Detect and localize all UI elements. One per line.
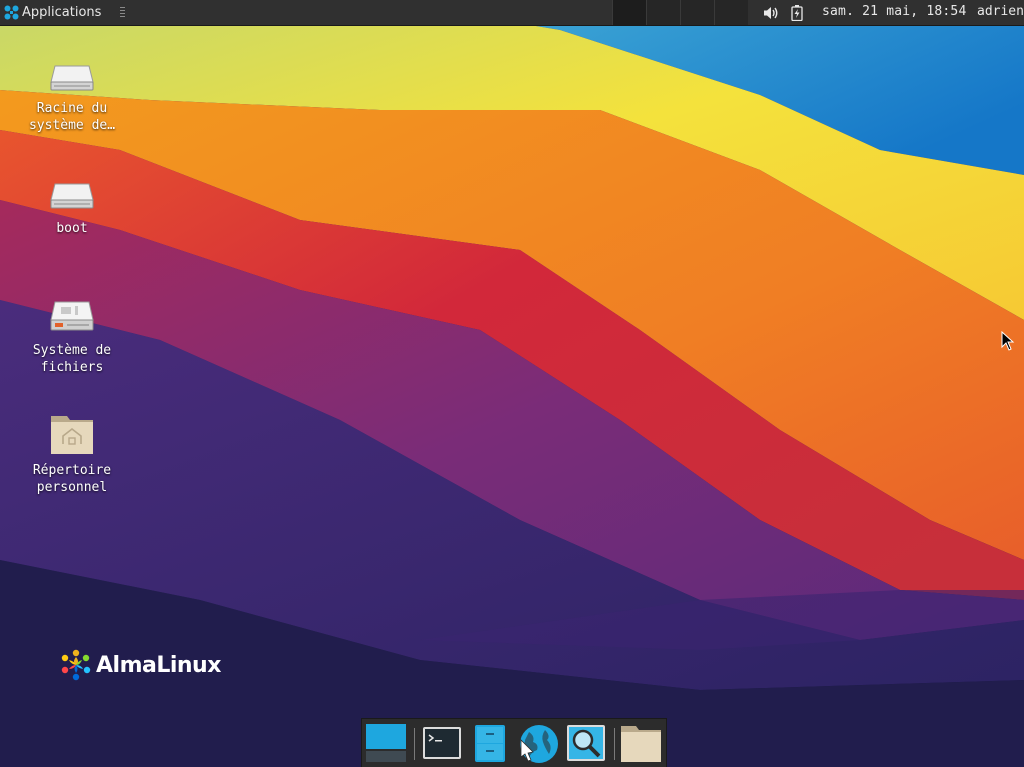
mouse-cursor-icon [1001,331,1015,351]
xfce-logo-icon [4,5,19,20]
applications-label: Applications [22,5,102,20]
top-panel: Applications sam. 21 mai, 18:54 adrien [0,0,1024,26]
desktop-icon-label: Système de [32,343,112,358]
app-finder-button[interactable] [565,722,607,767]
dock-separator [414,728,415,760]
desktop-icon-label: Répertoire [32,463,112,478]
show-desktop-button[interactable] [365,722,407,767]
drive-icon [50,65,94,91]
desktop-icon-filesystem[interactable]: Système de fichiers [22,298,122,376]
drive-icon [50,183,94,209]
desktop-icon-boot[interactable]: boot [22,178,122,237]
desktop-icon-label-line2: personnel [36,480,108,495]
workspace-4[interactable] [714,0,748,25]
battery-icon[interactable] [788,4,806,22]
workspace-1[interactable] [612,0,646,25]
desktop-icon-label-line2: fichiers [40,360,104,375]
terminal-icon [423,727,461,759]
panel-handle[interactable] [120,7,125,18]
workspace-switcher[interactable] [612,0,748,25]
desktop-icon-home[interactable]: Répertoire personnel [22,410,122,496]
user-name[interactable]: adrien [977,4,1024,19]
desktop-icon-label-line2: système de… [28,118,116,133]
terminal-button[interactable] [421,722,463,767]
app-finder-icon [567,725,605,761]
bottom-dock [361,718,667,767]
file-manager-button[interactable] [469,722,511,767]
almalinux-wordmark: AlmaLinux [96,652,221,678]
filesystem-drive-icon [50,301,94,331]
web-browser-button[interactable] [515,722,559,767]
almalinux-flower-icon [61,649,91,681]
volume-icon[interactable] [762,4,780,22]
workspace-3[interactable] [680,0,714,25]
clock[interactable]: sam. 21 mai, 18:54 [822,4,966,19]
dock-separator [614,728,615,760]
folder-icon [621,726,661,762]
workspace-2[interactable] [646,0,680,25]
home-folder-button[interactable] [620,722,662,767]
file-manager-icon [475,725,505,762]
desktop-icon-label: boot [56,221,88,236]
desktop-icon-root-filesystem[interactable]: Racine du système de… [22,58,122,134]
desktop-icon-label: Racine du [36,101,108,116]
home-folder-icon [51,416,93,454]
desktop[interactable]: Applications sam. 21 mai, 18:54 adrien R… [0,0,1024,767]
applications-menu-button[interactable]: Applications [0,0,107,25]
web-browser-icon [520,725,558,763]
almalinux-logo: AlmaLinux [60,648,221,682]
show-desktop-icon [366,724,406,762]
system-tray [754,0,806,25]
